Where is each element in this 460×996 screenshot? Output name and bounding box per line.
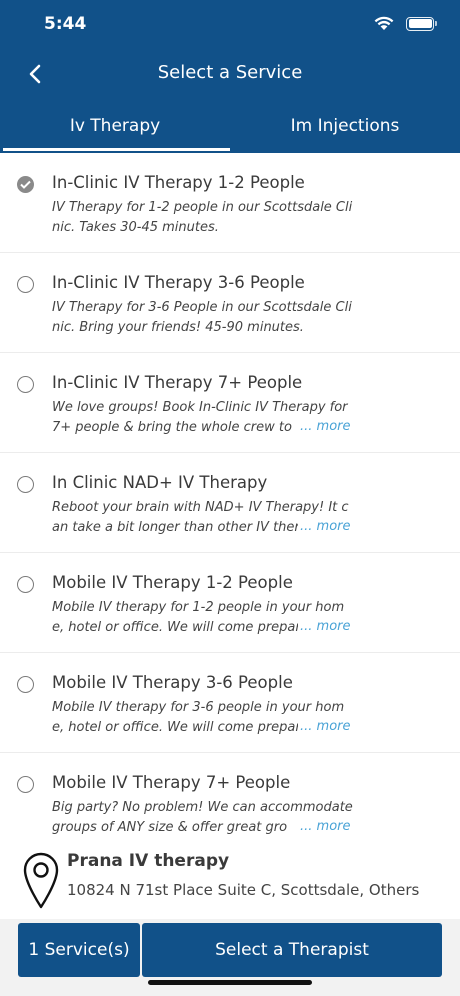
- service-title: In-Clinic IV Therapy 1-2 People: [52, 173, 305, 192]
- page-title: Select a Service: [157, 62, 303, 83]
- service-item[interactable]: In Clinic NAD+ IV Therapy Reboot your br…: [0, 453, 460, 553]
- service-title: Mobile IV Therapy 1-2 People: [52, 573, 293, 592]
- radio-button[interactable]: [17, 576, 34, 593]
- service-item[interactable]: In-Clinic IV Therapy 7+ People We love g…: [0, 353, 460, 453]
- radio-button[interactable]: [17, 276, 34, 293]
- more-link[interactable]: ... more: [298, 817, 351, 837]
- radio-button[interactable]: [17, 476, 34, 493]
- tab-bar: Iv Therapy Im Injections: [0, 100, 460, 153]
- map-pin-icon: [23, 852, 59, 909]
- location-name: Prana IV therapy: [67, 851, 230, 871]
- status-icons: [374, 16, 437, 31]
- radio-button[interactable]: [17, 676, 34, 693]
- service-description: IV Therapy for 3-6 People in our Scottsd…: [52, 300, 352, 335]
- select-therapist-button[interactable]: Select a Therapist: [142, 923, 442, 977]
- service-title: In-Clinic IV Therapy 7+ People: [52, 373, 303, 392]
- service-title: In-Clinic IV Therapy 3-6 People: [52, 273, 305, 292]
- tab-iv-therapy[interactable]: Iv Therapy: [0, 100, 230, 153]
- service-title: Mobile IV Therapy 7+ People: [52, 773, 291, 792]
- service-item[interactable]: Mobile IV Therapy 3-6 People Mobile IV t…: [0, 653, 460, 753]
- radio-button[interactable]: [17, 376, 34, 393]
- service-title: In Clinic NAD+ IV Therapy: [52, 473, 268, 492]
- home-indicator: [148, 980, 312, 985]
- battery-icon: [406, 16, 437, 31]
- service-item[interactable]: Mobile IV Therapy 1-2 People Mobile IV t…: [0, 553, 460, 653]
- header: 5:44 Select a Service Iv Therapy Im Inje…: [0, 0, 460, 153]
- service-title: Mobile IV Therapy 3-6 People: [52, 673, 293, 692]
- radio-button[interactable]: [17, 776, 34, 793]
- service-count-button[interactable]: 1 Service(s): [18, 923, 140, 977]
- more-link[interactable]: ... more: [298, 417, 351, 437]
- status-time: 5:44: [44, 14, 87, 34]
- bottom-bar: 1 Service(s) Select a Therapist: [0, 919, 460, 996]
- more-link[interactable]: ... more: [298, 617, 351, 637]
- service-list: In-Clinic IV Therapy 1-2 People IV Thera…: [0, 153, 460, 839]
- more-link[interactable]: ... more: [298, 717, 351, 737]
- service-description: IV Therapy for 1-2 people in our Scottsd…: [52, 200, 353, 235]
- service-item[interactable]: Mobile IV Therapy 7+ People Big party? N…: [0, 753, 460, 839]
- service-item[interactable]: In-Clinic IV Therapy 1-2 People IV Thera…: [0, 153, 460, 253]
- location-address: 10824 N 71st Place Suite C, Scottsdale, …: [67, 881, 420, 899]
- wifi-icon: [374, 16, 394, 30]
- more-link[interactable]: ... more: [298, 517, 351, 537]
- location-panel: Prana IV therapy 10824 N 71st Place Suit…: [0, 839, 460, 919]
- tab-im-injections[interactable]: Im Injections: [230, 100, 460, 153]
- check-circle-icon[interactable]: [17, 176, 34, 193]
- service-item[interactable]: In-Clinic IV Therapy 3-6 People IV Thera…: [0, 253, 460, 353]
- nav-bar: Select a Service: [0, 52, 460, 96]
- status-bar: 5:44: [0, 0, 460, 50]
